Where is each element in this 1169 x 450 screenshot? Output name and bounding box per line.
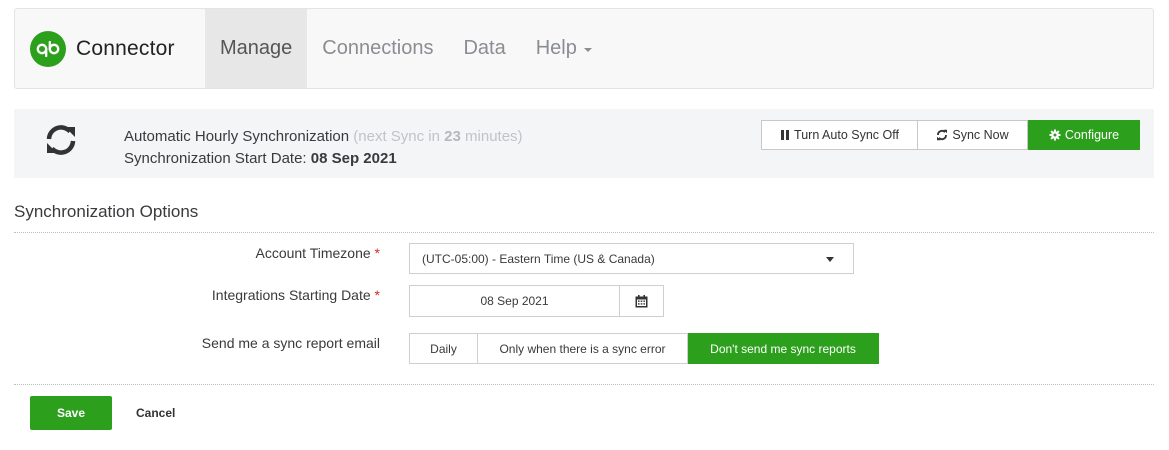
configure-button[interactable]: Configure bbox=[1028, 120, 1140, 150]
brand-name: Connector bbox=[76, 36, 175, 60]
start-date-input-value: 08 Sep 2021 bbox=[480, 294, 549, 308]
nav-help-label: Help bbox=[535, 37, 577, 59]
next-sync: (next Sync in 23 minutes) bbox=[353, 128, 522, 145]
calendar-icon bbox=[635, 294, 648, 307]
report-frequency-toggle: Daily Only when there is a sync error Do… bbox=[409, 333, 879, 364]
cancel-button[interactable]: Cancel bbox=[136, 406, 175, 420]
dropdown-arrow-icon bbox=[826, 257, 834, 262]
section-title: Synchronization Options bbox=[14, 202, 199, 221]
start-date-label: Synchronization Start Date: bbox=[124, 150, 307, 167]
gear-icon bbox=[1049, 129, 1061, 141]
section-divider bbox=[14, 232, 1154, 233]
timezone-label-text: Account Timezone bbox=[255, 245, 371, 261]
turn-auto-sync-off-label: Turn Auto Sync Off bbox=[794, 128, 899, 142]
sync-buttons: Turn Auto Sync Off Sync Now Configure bbox=[761, 120, 1140, 150]
start-date-field-label: Integrations Starting Date * bbox=[212, 287, 380, 303]
footer-divider bbox=[14, 384, 1154, 385]
brand[interactable]: Connector bbox=[15, 9, 205, 88]
next-sync-prefix: (next Sync in bbox=[353, 128, 440, 145]
calendar-button[interactable] bbox=[619, 285, 664, 317]
turn-auto-sync-off-button[interactable]: Turn Auto Sync Off bbox=[761, 120, 918, 150]
timezone-label: Account Timezone * bbox=[255, 245, 380, 261]
nav-manage[interactable]: Manage bbox=[205, 9, 308, 88]
report-email-label: Send me a sync report email bbox=[201, 335, 380, 351]
next-sync-minutes: 23 bbox=[444, 128, 461, 145]
nav-help[interactable]: Help bbox=[521, 9, 607, 88]
required-marker: * bbox=[374, 245, 380, 261]
next-sync-suffix: minutes) bbox=[465, 128, 523, 145]
save-button[interactable]: Save bbox=[30, 396, 112, 430]
sync-now-button[interactable]: Sync Now bbox=[918, 120, 1028, 150]
sync-icon bbox=[46, 125, 76, 155]
configure-label: Configure bbox=[1064, 128, 1120, 142]
sync-title: Automatic Hourly Synchronization bbox=[124, 128, 350, 145]
start-date-value: 08 Sep 2021 bbox=[310, 150, 397, 167]
timezone-select[interactable]: (UTC-05:00) - Eastern Time (US & Canada) bbox=[409, 243, 854, 274]
report-option-none[interactable]: Don't send me sync reports bbox=[688, 333, 879, 364]
caret-down-icon bbox=[583, 47, 592, 52]
required-marker: * bbox=[374, 287, 380, 303]
quickbooks-logo-icon bbox=[30, 30, 66, 67]
report-option-on-error[interactable]: Only when there is a sync error bbox=[478, 333, 688, 364]
top-navbar: Connector Manage Connections Data Help bbox=[14, 8, 1154, 89]
sync-info: Automatic Hourly Synchronization (next S… bbox=[124, 126, 523, 170]
report-option-daily[interactable]: Daily bbox=[409, 333, 478, 364]
nav-connections[interactable]: Connections bbox=[307, 9, 448, 88]
start-date-input[interactable]: 08 Sep 2021 bbox=[409, 285, 620, 317]
sync-status-bar: Automatic Hourly Synchronization (next S… bbox=[14, 109, 1154, 178]
pause-icon bbox=[781, 130, 790, 140]
timezone-value: (UTC-05:00) - Eastern Time (US & Canada) bbox=[422, 251, 655, 266]
sync-now-label: Sync Now bbox=[952, 128, 1009, 142]
nav-data[interactable]: Data bbox=[448, 9, 520, 88]
refresh-icon bbox=[937, 129, 948, 141]
start-date-field-label-text: Integrations Starting Date bbox=[211, 287, 371, 303]
